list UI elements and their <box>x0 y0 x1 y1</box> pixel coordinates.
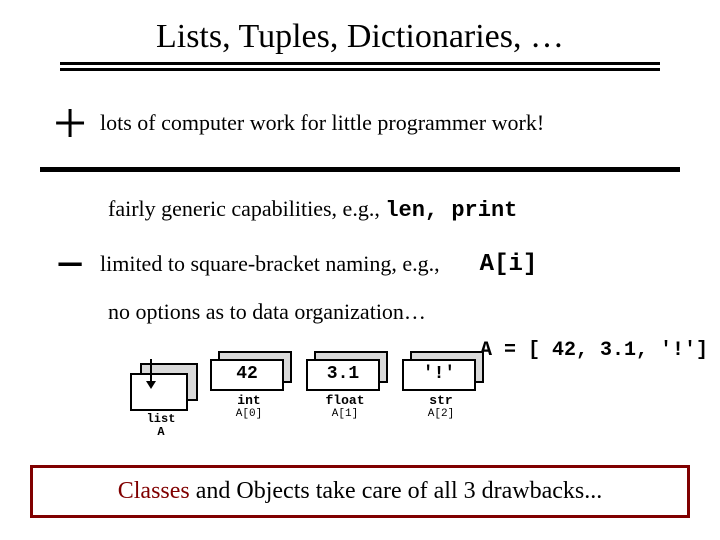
listbox-label-2: A <box>157 425 164 439</box>
pro-text: lots of computer work for little program… <box>100 110 544 136</box>
cell-1-idx: A[1] <box>306 408 384 420</box>
con-line-2-row: − limited to square-bracket naming, e.g.… <box>40 239 680 289</box>
list-box: list A <box>130 373 192 439</box>
cell-2-type: str <box>402 393 480 408</box>
cell-1: 3.1 float A[1] <box>306 359 384 420</box>
cell-0-idx: A[0] <box>210 408 288 420</box>
diagram: A = [ 42, 3.1, '!'] list A 42 int A[0] 3… <box>40 331 680 451</box>
cell-1-type: float <box>306 393 384 408</box>
footer-callout: Classes and Objects take care of all 3 d… <box>30 465 690 518</box>
con-line-3: no options as to data organization… <box>108 299 680 325</box>
separator-rule <box>40 167 680 172</box>
con2-text: limited to square-bracket naming, e.g., <box>100 251 440 277</box>
con1-prefix: fairly generic capabilities, e.g., <box>108 196 385 221</box>
con1-code: len, print <box>385 198 517 223</box>
cell-0-val: 42 <box>210 359 284 391</box>
arrow-icon <box>150 359 152 387</box>
footer-rest: and Objects take care of all 3 drawbacks… <box>190 478 603 504</box>
cell-1-val: 3.1 <box>306 359 380 391</box>
title-underline <box>60 62 660 71</box>
con2-code: A[i] <box>480 251 538 278</box>
cell-0-type: int <box>210 393 288 408</box>
slide-title: Lists, Tuples, Dictionaries, … <box>40 18 680 56</box>
listbox-label-1: list <box>147 412 176 426</box>
cell-2: '!' str A[2] <box>402 359 480 420</box>
footer-first-word: Classes <box>118 478 190 504</box>
pro-row: + lots of computer work for little progr… <box>40 93 680 153</box>
minus-icon: − <box>40 239 100 289</box>
cell-0: 42 int A[0] <box>210 359 288 420</box>
cell-2-idx: A[2] <box>402 408 480 420</box>
con-line-1: fairly generic capabilities, e.g., len, … <box>108 196 680 223</box>
assignment-code: A = [ 42, 3.1, '!'] <box>480 339 708 362</box>
plus-icon: + <box>40 93 100 153</box>
cell-2-val: '!' <box>402 359 476 391</box>
